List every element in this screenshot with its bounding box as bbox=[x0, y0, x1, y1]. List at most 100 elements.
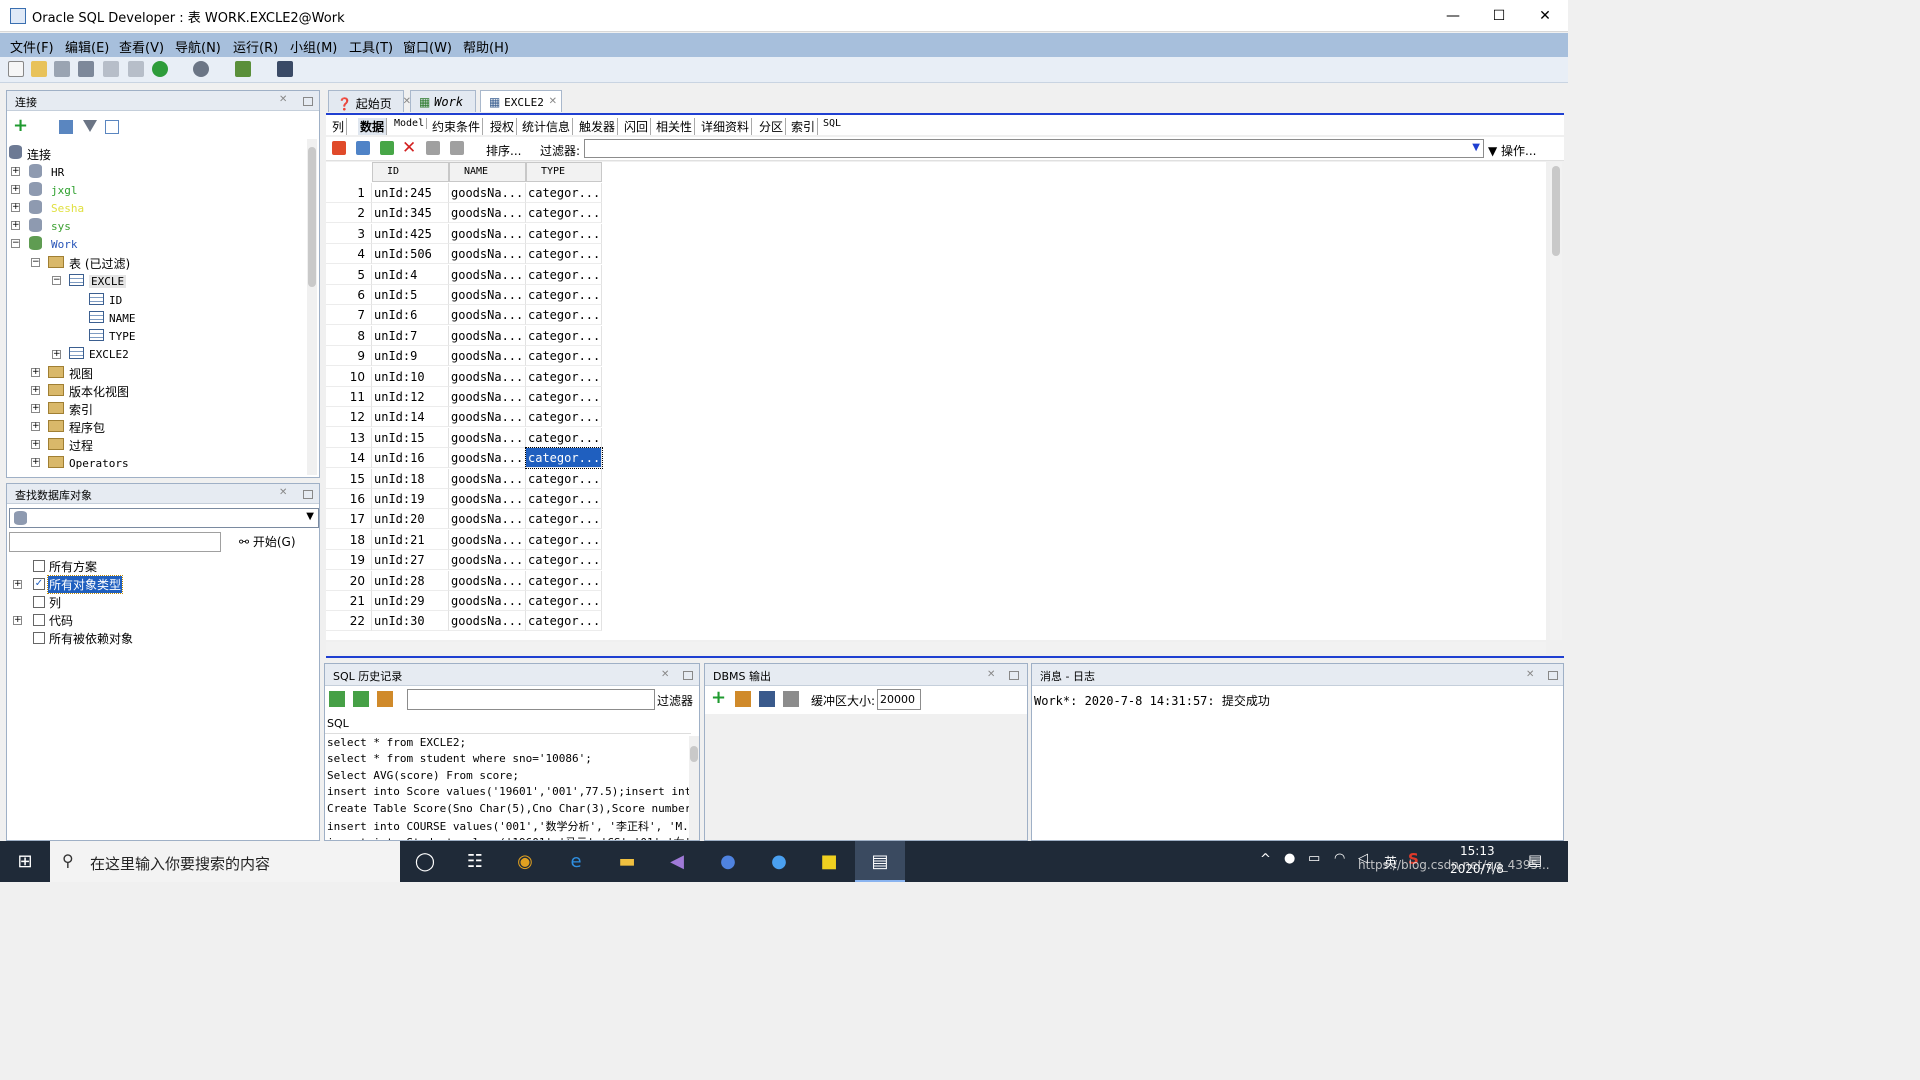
subtab-grants[interactable]: 授权 bbox=[488, 118, 518, 135]
maximize-button[interactable]: ☐ bbox=[1476, 0, 1522, 32]
delete-row-icon[interactable]: ✕ bbox=[402, 138, 416, 158]
wifi-icon[interactable]: ◠ bbox=[1334, 851, 1345, 866]
add-connection-icon[interactable]: + bbox=[13, 115, 28, 136]
freeze-view-pin-icon[interactable] bbox=[332, 141, 346, 155]
redo-icon[interactable] bbox=[128, 61, 144, 77]
row-number[interactable]: 2 bbox=[326, 203, 372, 224]
insert-row-icon[interactable] bbox=[380, 141, 394, 155]
cell-name[interactable]: goodsNa... bbox=[449, 550, 526, 571]
cell-id[interactable]: unId:30 bbox=[372, 611, 449, 632]
history-item[interactable]: select * from EXCLE2; bbox=[327, 736, 466, 749]
history-item[interactable]: insert into Student values('19601','马云',… bbox=[327, 834, 689, 840]
dropdown-arrow-icon[interactable]: ▼ bbox=[1472, 142, 1480, 153]
chrome-icon[interactable]: ◉ bbox=[500, 841, 550, 882]
cell-name[interactable]: goodsNa... bbox=[449, 509, 526, 530]
cell-type[interactable]: categor... bbox=[526, 468, 602, 489]
row-number[interactable]: 16 bbox=[326, 489, 372, 509]
cell-name[interactable]: goodsNa... bbox=[449, 285, 526, 305]
connection-select[interactable]: ▼ bbox=[9, 508, 319, 528]
table-row[interactable]: 11 unId:12 goodsNa... categor... bbox=[326, 387, 602, 407]
table-row[interactable]: 12 unId:14 goodsNa... categor... bbox=[326, 407, 602, 428]
replace-sql-icon[interactable] bbox=[353, 691, 369, 707]
actions-button[interactable]: ▼ 操作... bbox=[1488, 142, 1537, 159]
row-number[interactable]: 12 bbox=[326, 407, 372, 428]
history-item[interactable]: select * from student where sno='10086'; bbox=[327, 752, 592, 765]
cell-type[interactable]: categor... bbox=[526, 591, 602, 611]
checkbox[interactable] bbox=[33, 614, 45, 626]
column-id[interactable]: ID bbox=[109, 294, 122, 307]
close-icon[interactable]: ✕ bbox=[661, 669, 669, 680]
sticky-notes-icon[interactable]: ■ bbox=[804, 841, 854, 882]
table-row[interactable]: 15 unId:18 goodsNa... categor... bbox=[326, 468, 602, 489]
cell-id[interactable]: unId:15 bbox=[372, 427, 449, 448]
table-row[interactable]: 16 unId:19 goodsNa... categor... bbox=[326, 489, 602, 509]
cell-name[interactable]: goodsNa... bbox=[449, 591, 526, 611]
column-name[interactable]: NAME bbox=[109, 312, 136, 325]
expand-icon[interactable]: + bbox=[11, 221, 20, 230]
notification-icon[interactable]: ▤ bbox=[1528, 851, 1542, 869]
cell-type[interactable]: categor... bbox=[526, 223, 602, 244]
expand-icon[interactable]: + bbox=[31, 422, 40, 431]
cell-name[interactable]: goodsNa... bbox=[449, 407, 526, 428]
cell-name[interactable]: goodsNa... bbox=[449, 223, 526, 244]
checkbox[interactable] bbox=[33, 560, 45, 572]
table-row[interactable]: 5 unId:4 goodsNa... categor... bbox=[326, 264, 602, 285]
option-all-schemas[interactable]: 所有方案 bbox=[49, 558, 97, 575]
cell-type[interactable]: categor... bbox=[526, 407, 602, 428]
grid-vertical-scrollbar[interactable] bbox=[1550, 162, 1562, 640]
buffer-size-input[interactable]: 20000 bbox=[877, 689, 921, 710]
subtab-statistics[interactable]: 统计信息 bbox=[520, 118, 574, 135]
forward-icon[interactable] bbox=[193, 61, 209, 77]
history-scrollbar[interactable] bbox=[689, 736, 699, 840]
conn-sesha[interactable]: Sesha bbox=[51, 202, 84, 215]
menu-view[interactable]: 查看(V) bbox=[119, 37, 164, 56]
minimize-panel-icon[interactable] bbox=[303, 97, 313, 106]
conn-work[interactable]: Work bbox=[51, 238, 78, 251]
row-number[interactable]: 5 bbox=[326, 264, 372, 285]
cell-id[interactable]: unId:5 bbox=[372, 285, 449, 305]
cell-id[interactable]: unId:27 bbox=[372, 550, 449, 571]
dropdown-arrow-icon[interactable]: ▼ bbox=[306, 511, 314, 522]
cell-name[interactable]: goodsNa... bbox=[449, 264, 526, 285]
checkbox[interactable] bbox=[33, 596, 45, 608]
cell-name[interactable]: goodsNa... bbox=[449, 427, 526, 448]
tables-folder[interactable]: 表 (已过滤) bbox=[69, 255, 130, 272]
expand-icon[interactable]: + bbox=[13, 616, 22, 625]
history-item[interactable]: insert into COURSE values('001','数学分析', … bbox=[327, 818, 689, 834]
history-item[interactable]: Select AVG(score) From score; bbox=[327, 769, 519, 782]
task-view-icon[interactable]: ◯ bbox=[400, 841, 450, 882]
cell-name[interactable]: goodsNa... bbox=[449, 305, 526, 326]
checkbox[interactable] bbox=[33, 632, 45, 644]
history-item[interactable]: insert into Score values('19601','001',7… bbox=[327, 785, 689, 798]
cell-type[interactable]: categor... bbox=[526, 264, 602, 285]
expand-icon[interactable]: + bbox=[11, 185, 20, 194]
table-row[interactable]: 20 unId:28 goodsNa... categor... bbox=[326, 570, 602, 591]
menu-tools[interactable]: 工具(T) bbox=[349, 37, 393, 56]
collapse-icon[interactable]: − bbox=[31, 258, 40, 267]
close-icon[interactable]: ✕ bbox=[549, 96, 557, 107]
row-number[interactable]: 3 bbox=[326, 223, 372, 244]
row-number[interactable]: 17 bbox=[326, 509, 372, 530]
table-row[interactable]: 18 unId:21 goodsNa... categor... bbox=[326, 529, 602, 550]
cell-name[interactable]: goodsNa... bbox=[449, 489, 526, 509]
procedures-folder[interactable]: 过程 bbox=[69, 437, 93, 454]
sort-button[interactable]: 排序... bbox=[486, 142, 521, 159]
cell-id[interactable]: unId:18 bbox=[372, 468, 449, 489]
filter-icon[interactable] bbox=[83, 120, 97, 132]
table-row[interactable]: 21 unId:29 goodsNa... categor... bbox=[326, 591, 602, 611]
editioned-views-folder[interactable]: 版本化视图 bbox=[69, 383, 129, 400]
menu-help[interactable]: 帮助(H) bbox=[463, 37, 509, 56]
minimize-panel-icon[interactable] bbox=[1009, 671, 1019, 680]
cell-name[interactable]: goodsNa... bbox=[449, 468, 526, 489]
expand-icon[interactable]: + bbox=[31, 458, 40, 467]
cell-type[interactable]: categor... bbox=[526, 611, 602, 632]
table-row[interactable]: 10 unId:10 goodsNa... categor... bbox=[326, 366, 602, 387]
app-s-icon[interactable]: ● bbox=[754, 841, 804, 882]
conn-hr[interactable]: HR bbox=[51, 166, 64, 179]
cell-name[interactable]: goodsNa... bbox=[449, 325, 526, 346]
row-number[interactable]: 6 bbox=[326, 285, 372, 305]
search-input[interactable] bbox=[9, 532, 221, 552]
cell-id[interactable]: unId:20 bbox=[372, 509, 449, 530]
table-row[interactable]: 1 unId:245 goodsNa... categor... bbox=[326, 183, 602, 203]
row-number[interactable]: 14 bbox=[326, 448, 372, 469]
